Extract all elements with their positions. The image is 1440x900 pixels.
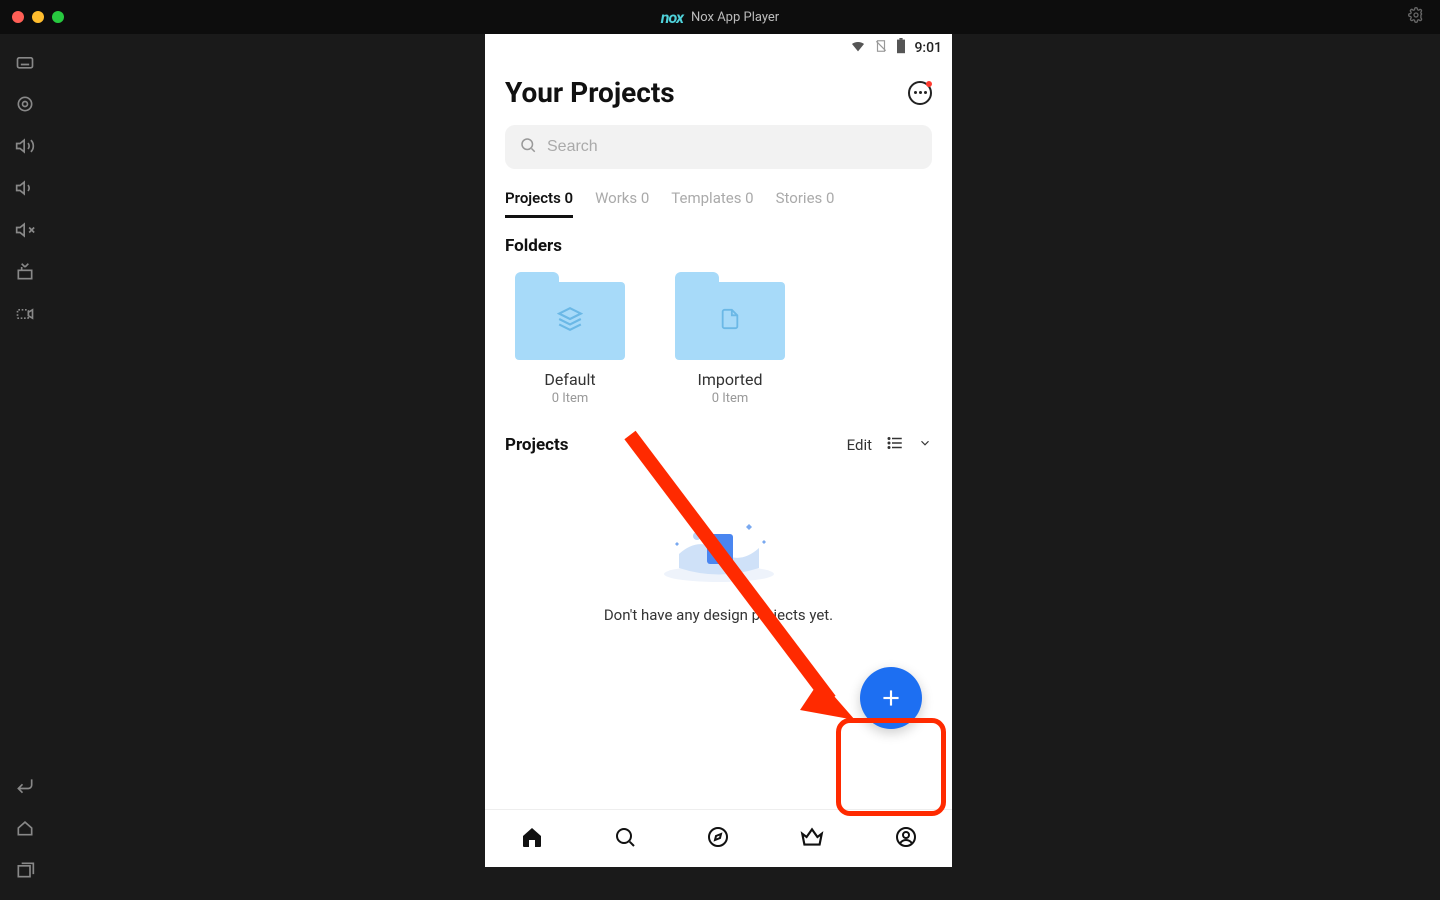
window-title: Nox App Player [691, 10, 779, 25]
more-options-button[interactable] [908, 81, 932, 105]
no-sim-icon [874, 39, 888, 57]
search-icon [519, 136, 537, 158]
volume-down-icon[interactable] [15, 178, 35, 198]
nav-search[interactable] [613, 825, 637, 853]
folder-name: Default [505, 370, 635, 389]
android-status-bar: 9:01 [485, 34, 952, 62]
stack-icon [557, 306, 583, 336]
tabs: Projects 0 Works 0 Templates 0 Stories 0 [505, 189, 932, 218]
tab-stories[interactable]: Stories 0 [776, 189, 835, 218]
list-view-icon[interactable] [886, 434, 904, 456]
folder-count: 0 Item [505, 391, 635, 406]
window-titlebar: nox Nox App Player [0, 0, 1440, 34]
nav-explore[interactable] [706, 825, 730, 853]
empty-illustration [649, 496, 789, 586]
search-input[interactable] [547, 138, 918, 156]
bottom-nav [485, 809, 952, 867]
file-icon [719, 306, 741, 336]
status-time: 9:01 [914, 40, 942, 56]
edit-button[interactable]: Edit [847, 436, 872, 454]
volume-up-icon[interactable] [15, 136, 35, 156]
battery-icon [896, 38, 906, 58]
recents-icon[interactable] [15, 860, 35, 880]
folder-name: Imported [665, 370, 795, 389]
page-title: Your Projects [505, 76, 675, 109]
annotation-highlight [836, 718, 946, 816]
window-close-button[interactable] [12, 11, 24, 23]
back-icon[interactable] [15, 776, 35, 796]
empty-message: Don't have any design projects yet. [505, 606, 932, 624]
folder-imported[interactable]: Imported 0 Item [665, 272, 795, 406]
projects-heading: Projects [505, 435, 568, 455]
nav-premium[interactable] [799, 824, 825, 854]
settings-icon[interactable] [1408, 7, 1424, 27]
chevron-down-icon[interactable] [918, 436, 932, 454]
record-icon[interactable] [15, 304, 35, 324]
emulator-toolbar [0, 34, 50, 900]
location-icon[interactable] [15, 94, 35, 114]
keyboard-icon[interactable] [15, 52, 35, 72]
volume-mute-icon[interactable] [15, 220, 35, 240]
screenshot-icon[interactable] [15, 262, 35, 282]
folders-heading: Folders [505, 236, 932, 256]
nox-logo: nox [661, 8, 683, 27]
folder-default[interactable]: Default 0 Item [505, 272, 635, 406]
wifi-icon [850, 38, 866, 58]
home-icon[interactable] [15, 818, 35, 838]
tab-projects[interactable]: Projects 0 [505, 189, 573, 218]
window-zoom-button[interactable] [52, 11, 64, 23]
tab-works[interactable]: Works 0 [595, 189, 649, 218]
tab-templates[interactable]: Templates 0 [671, 189, 753, 218]
nav-profile[interactable] [894, 825, 918, 853]
window-minimize-button[interactable] [32, 11, 44, 23]
search-field[interactable] [505, 125, 932, 169]
nav-home[interactable] [520, 825, 544, 853]
folder-count: 0 Item [665, 391, 795, 406]
empty-state: Don't have any design projects yet. [505, 496, 932, 624]
